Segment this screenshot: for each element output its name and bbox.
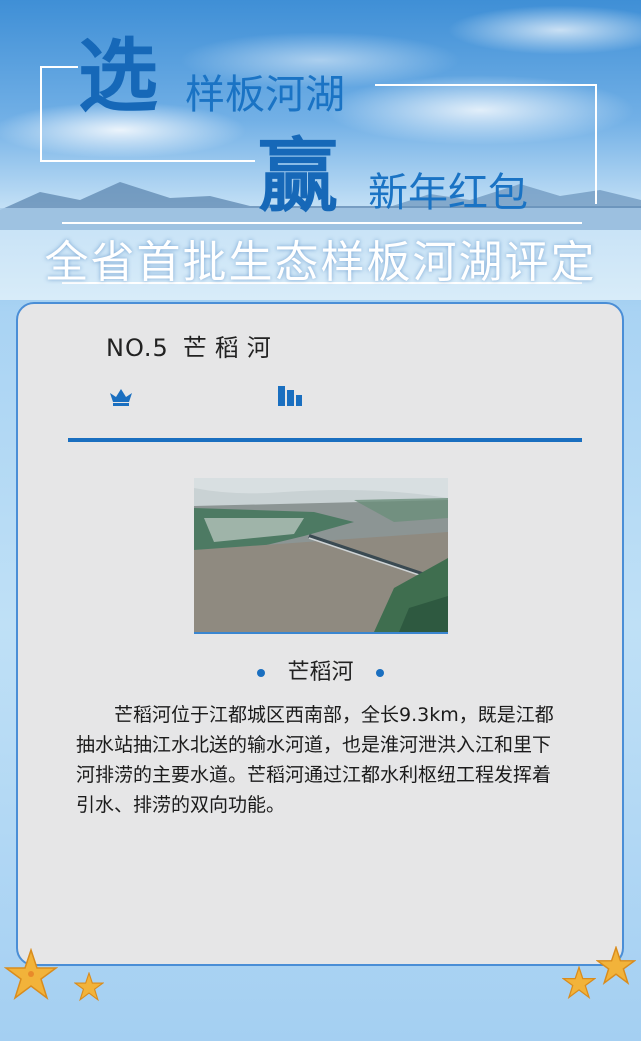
river-photo	[194, 478, 448, 634]
starfish-icon	[74, 972, 104, 1002]
starfish-icon	[596, 946, 636, 986]
card-divider	[68, 438, 582, 442]
bar-chart-icon	[278, 386, 302, 406]
frame-line	[375, 84, 597, 86]
starfish-icon	[562, 966, 596, 1000]
frame-line	[40, 66, 42, 162]
river-description: 芒稻河位于江都城区西南部，全长9.3km，既是江都抽水站抽江水北送的输水河道，也…	[76, 704, 554, 816]
photo-caption: 芒稻河	[0, 654, 641, 686]
card-title: NO.5 芒稻河	[106, 328, 279, 363]
photo-caption-text: 芒稻河	[287, 660, 354, 685]
crown-icon	[110, 389, 132, 406]
river-number: NO.5	[106, 334, 169, 362]
title-char-choose: 选	[78, 30, 160, 123]
bullet-dot	[257, 669, 266, 677]
title-red-envelope: 新年红包	[368, 170, 528, 216]
page-headline: 全省首批生态样板河湖评定	[44, 237, 597, 288]
frame-line	[40, 160, 255, 162]
frame-line	[595, 84, 597, 204]
river-name: 芒稻河	[182, 334, 279, 362]
starfish-icon	[4, 948, 58, 1001]
bullet-dot	[375, 669, 384, 677]
title-char-win: 赢	[258, 130, 340, 223]
frame-line	[40, 66, 78, 68]
